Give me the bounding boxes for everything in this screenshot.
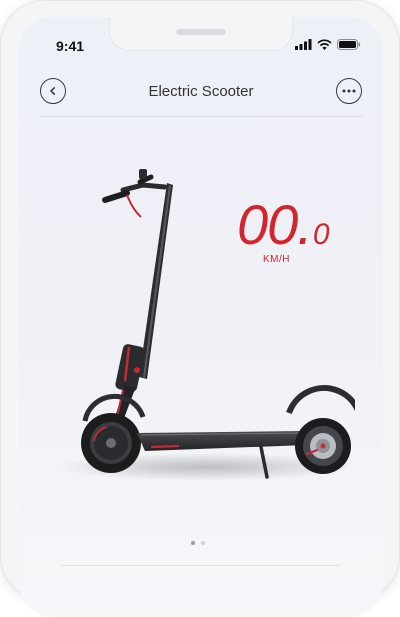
bottom-divider: [61, 565, 341, 566]
battery-icon: [337, 39, 361, 50]
signal-icon: [295, 39, 312, 50]
status-icons: [295, 39, 361, 50]
app-screen: 9:41 Electric Scooter 00. 0 KM/H: [19, 17, 383, 617]
more-button[interactable]: [336, 78, 362, 104]
scooter-image: [55, 169, 355, 481]
speaker-grille: [176, 29, 226, 35]
page-dot-2[interactable]: [201, 541, 205, 545]
more-icon: [342, 89, 356, 93]
phone-frame: 9:41 Electric Scooter 00. 0 KM/H: [0, 0, 400, 617]
page-indicator: [191, 541, 205, 545]
page-dot-1[interactable]: [191, 541, 195, 545]
status-time: 9:41: [56, 38, 85, 54]
wifi-icon: [317, 39, 332, 50]
page-title: Electric Scooter: [148, 83, 254, 100]
header-divider: [39, 116, 363, 117]
